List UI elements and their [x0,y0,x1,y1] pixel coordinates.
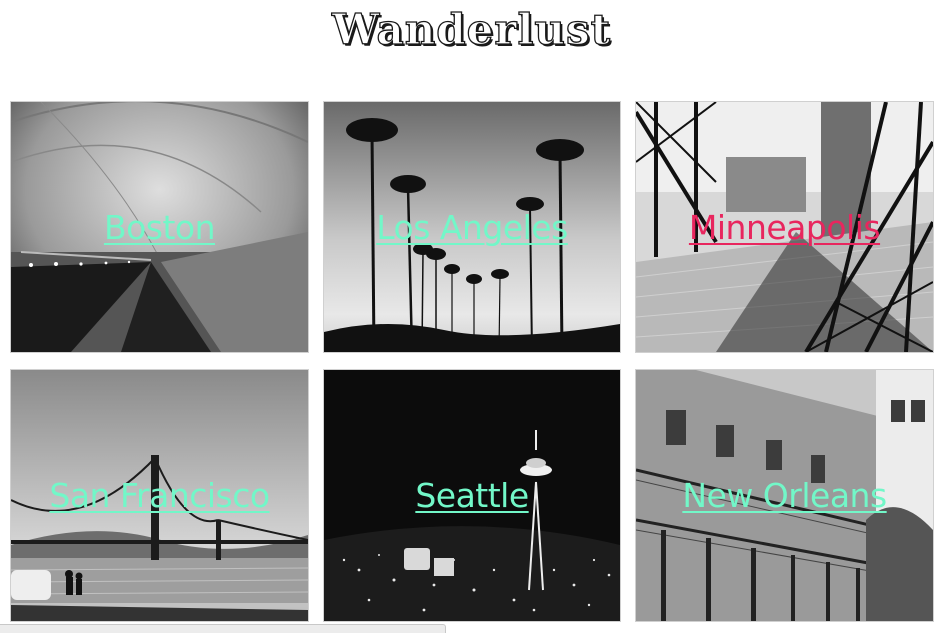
city-card-los-angeles[interactable]: Los Angeles [323,101,621,353]
city-link-boston[interactable]: Boston [11,102,308,352]
city-link-los-angeles[interactable]: Los Angeles [324,102,620,352]
city-card-new-orleans[interactable]: New Orleans [635,369,934,622]
city-link-san-francisco[interactable]: San Francisco [11,370,308,621]
city-card-seattle[interactable]: Seattle [323,369,621,622]
city-grid: Boston Los Angeles Minneapolis San Franc… [0,0,943,632]
city-link-seattle[interactable]: Seattle [324,370,620,621]
city-card-san-francisco[interactable]: San Francisco [10,369,309,622]
city-link-minneapolis[interactable]: Minneapolis [636,102,933,352]
city-link-new-orleans[interactable]: New Orleans [636,370,933,621]
city-card-minneapolis[interactable]: Minneapolis [635,101,934,353]
city-card-boston[interactable]: Boston [10,101,309,353]
